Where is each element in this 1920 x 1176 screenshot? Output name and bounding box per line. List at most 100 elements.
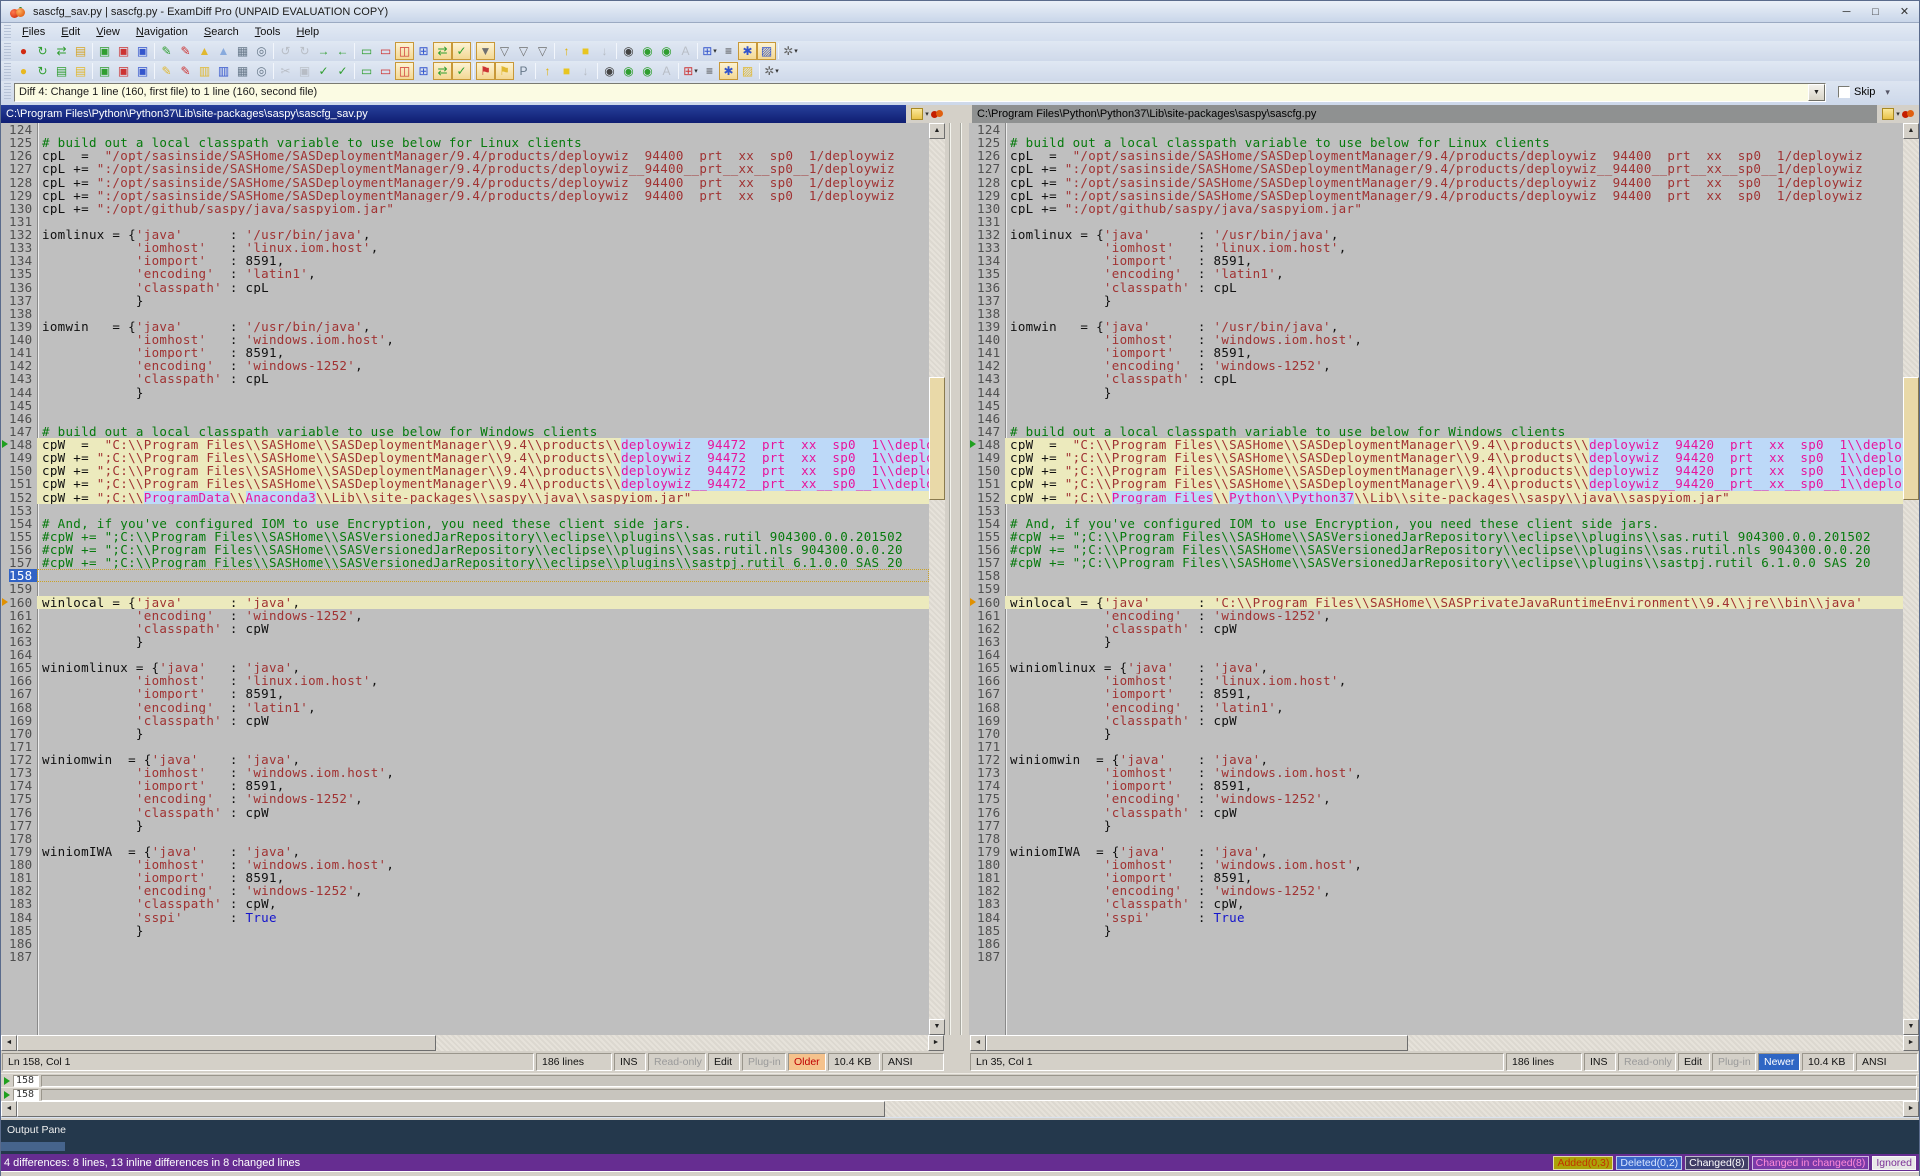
code-line[interactable]: 173 'iomhost' : 'windows.iom.host', (1, 766, 929, 779)
code-line[interactable]: 175 'encoding' : 'windows-1252', (1, 792, 929, 805)
code-line[interactable]: 156#cpW += ";C:\\Program Files\\SASHome\… (969, 543, 1903, 556)
app-logo-icon[interactable] (1902, 108, 1914, 120)
line-text[interactable]: iomwin = {'java' : '/usr/bin/java', (37, 320, 929, 333)
line-text[interactable]: winiomwin = {'java' : 'java', (1005, 753, 1903, 766)
code-line[interactable]: 134 'iomport' : 8591, (969, 254, 1903, 267)
code-line[interactable]: 167 'iomport' : 8591, (969, 687, 1903, 700)
filter-added-lines-icon[interactable]: ▽ (495, 42, 514, 60)
code-line[interactable]: 173 'iomhost' : 'windows.iom.host', (969, 766, 1903, 779)
search-first-icon[interactable]: ◉ (619, 62, 638, 80)
code-line[interactable]: 131 (969, 215, 1903, 228)
print-preview-icon[interactable]: ◎ (252, 42, 271, 60)
swap-panes-icon[interactable]: ⇄ (52, 42, 71, 60)
line-text[interactable]: 'iomhost' : 'windows.iom.host', (37, 858, 929, 871)
code-line[interactable]: 125# build out a local classpath variabl… (1, 136, 929, 149)
line-text[interactable]: } (37, 635, 929, 648)
code-line[interactable]: 152cpW += ";C:\\ProgramData\\Anaconda3\\… (1, 491, 929, 504)
copy-icon[interactable]: ▣ (295, 62, 314, 80)
code-line[interactable]: 136 'classpath' : cpL (969, 281, 1903, 294)
output-pane-tab[interactable] (1, 1142, 65, 1151)
line-text[interactable]: #cpW += ";C:\\Program Files\\SASHome\\SA… (1005, 556, 1903, 569)
line-text[interactable]: cpW = "C:\\Program Files\\SASHome\\SASDe… (1005, 438, 1903, 451)
code-line[interactable]: 171 (969, 740, 1903, 753)
line-text[interactable]: winlocal = {'java' : 'java', (37, 596, 929, 609)
line-text[interactable]: winiomlinux = {'java' : 'java', (37, 661, 929, 674)
code-line[interactable]: 172winiomwin = {'java' : 'java', (1, 753, 929, 766)
line-text[interactable]: 'encoding' : 'windows-1252', (1005, 792, 1903, 805)
line-text[interactable]: 'iomhost' : 'windows.iom.host', (1005, 858, 1903, 871)
toolbar1-grip[interactable] (4, 43, 11, 59)
line-text[interactable] (37, 582, 929, 595)
recompare-icon[interactable]: ↻ (33, 42, 52, 60)
code-line[interactable]: 161 'encoding' : 'windows-1252', (969, 609, 1903, 622)
compare-icon[interactable]: ● (14, 42, 33, 60)
line-text[interactable]: } (37, 924, 929, 937)
code-line[interactable]: 146 (969, 412, 1903, 425)
code-line[interactable]: 175 'encoding' : 'windows-1252', (969, 792, 1903, 805)
line-text[interactable] (37, 307, 929, 320)
code-line[interactable]: 161 'encoding' : 'windows-1252', (1, 609, 929, 622)
line-text[interactable]: winiomIWA = {'java' : 'java', (1005, 845, 1903, 858)
code-line[interactable]: 132iomlinux = {'java' : '/usr/bin/java', (969, 228, 1903, 241)
code-line[interactable]: 187 (969, 950, 1903, 963)
line-pane-horizontal-scrollbar[interactable]: ◄ ► (1, 1101, 1919, 1117)
code-line[interactable]: 125# build out a local classpath variabl… (969, 136, 1903, 149)
line-text[interactable]: 'iomport' : 8591, (1005, 346, 1903, 359)
code-line[interactable]: 154# And, if you've configured IOM to us… (969, 517, 1903, 530)
line-text[interactable] (37, 569, 929, 582)
line-text[interactable]: cpW += ";C:\\Program Files\\SASHome\\SAS… (37, 464, 929, 477)
save-second-icon[interactable]: ▣ (114, 42, 133, 60)
second-vertical-scrollbar[interactable]: ▲ ▼ (1903, 123, 1919, 1035)
line-text[interactable]: # build out a local classpath variable t… (37, 136, 929, 149)
dropdown-arrow-icon[interactable]: ▾ (694, 67, 698, 75)
ignore-whitespace-icon[interactable]: ⚑ (495, 62, 514, 80)
code-line[interactable]: 154# And, if you've configured IOM to us… (1, 517, 929, 530)
line-text[interactable] (37, 123, 929, 136)
line-text[interactable]: } (1005, 386, 1903, 399)
line-text[interactable]: # build out a local classpath variable t… (1005, 136, 1903, 149)
line-text[interactable]: 'classpath' : cpW, (37, 897, 929, 910)
synchronized-scrolling-icon[interactable]: ⇄ (433, 42, 452, 60)
line-text[interactable]: } (37, 294, 929, 307)
menu-help[interactable]: Help (288, 24, 327, 40)
first-file-code[interactable]: 124125# build out a local classpath vari… (1, 123, 929, 1035)
line-text[interactable]: 'iomport' : 8591, (37, 687, 929, 700)
code-line[interactable]: 158 (1, 569, 929, 582)
pane-sync-icon[interactable]: ⇄ (433, 62, 452, 80)
toolbar-overflow-chevron[interactable]: ▾ (1885, 87, 1890, 98)
scroll-up-button[interactable]: ▲ (1903, 123, 1919, 139)
code-line[interactable]: 159 (969, 582, 1903, 595)
line-text[interactable]: cpW += ";C:\\Program Files\\SASHome\\SAS… (1005, 464, 1903, 477)
code-line[interactable]: 157#cpW += ";C:\\Program Files\\SASHome\… (969, 556, 1903, 569)
code-line[interactable]: 185 } (1, 924, 929, 937)
code-line[interactable]: 135 'encoding' : 'latin1', (1, 267, 929, 280)
code-line[interactable]: 166 'iomhost' : 'linux.iom.host', (969, 674, 1903, 687)
print-icon[interactable]: ▦ (233, 42, 252, 60)
edit-first-icon[interactable]: ✎ (157, 62, 176, 80)
chevron-down-icon[interactable]: ▾ (1896, 110, 1900, 118)
line-text[interactable]: 'iomport' : 8591, (1005, 871, 1903, 884)
code-line[interactable]: 151cpW += ";C:\\Program Files\\SASHome\\… (1, 477, 929, 490)
code-line[interactable]: 141 'iomport' : 8591, (969, 346, 1903, 359)
code-line[interactable]: 160winlocal = {'java' : 'java', (1, 596, 929, 609)
line-text[interactable]: cpW += ";C:\\ProgramData\\Anaconda3\\Lib… (37, 491, 929, 504)
scroll-track[interactable] (986, 1035, 1903, 1051)
code-line[interactable]: 138 (1, 307, 929, 320)
code-line[interactable]: 142 'encoding' : 'windows-1252', (1, 359, 929, 372)
line-text[interactable] (1005, 215, 1903, 228)
code-line[interactable]: 180 'iomhost' : 'windows.iom.host', (1, 858, 929, 871)
line-text[interactable]: cpL = "/opt/sasinside/SASHome/SASDeploym… (37, 149, 929, 162)
save-as-first-icon[interactable]: ▥ (195, 62, 214, 80)
code-line[interactable]: 128cpL += ":/opt/sasinside/SASHome/SASDe… (969, 176, 1903, 189)
edit-second-file-icon[interactable]: ✎ (176, 42, 195, 60)
code-line[interactable]: 180 'iomhost' : 'windows.iom.host', (969, 858, 1903, 871)
code-line[interactable]: 149cpW += ";C:\\Program Files\\SASHome\\… (969, 451, 1903, 464)
line-text[interactable] (37, 215, 929, 228)
line-text[interactable] (37, 740, 929, 753)
code-line[interactable]: 160winlocal = {'java' : 'C:\\Program Fil… (969, 596, 1903, 609)
code-line[interactable]: 134 'iomport' : 8591, (1, 254, 929, 267)
ignore-comments-icon[interactable]: P (514, 62, 533, 80)
current-diff-icon[interactable]: ■ (557, 62, 576, 80)
code-line[interactable]: 150cpW += ";C:\\Program Files\\SASHome\\… (969, 464, 1903, 477)
line-text[interactable]: 'classpath' : cpW (1005, 714, 1903, 727)
